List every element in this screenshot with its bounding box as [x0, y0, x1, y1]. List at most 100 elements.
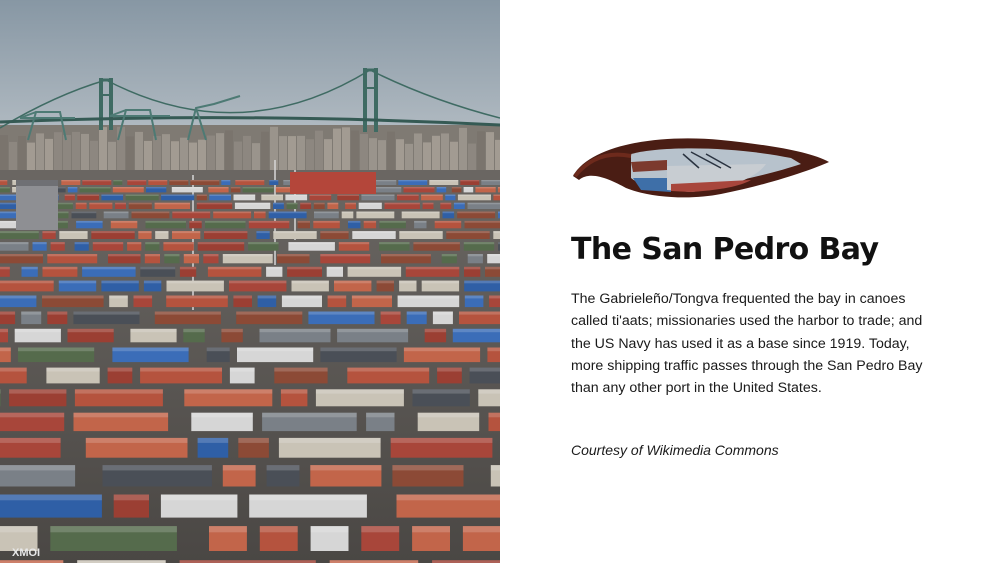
- distant-building: [81, 133, 89, 170]
- distant-building: [135, 131, 143, 170]
- container-top: [421, 194, 443, 196]
- container-top: [204, 231, 248, 234]
- distant-building: [9, 141, 17, 170]
- container-top: [363, 220, 377, 223]
- container-top: [287, 266, 322, 270]
- container-top: [89, 202, 113, 205]
- container-top: [113, 494, 149, 501]
- container-top: [0, 242, 29, 245]
- container-top: [235, 180, 265, 182]
- container-top: [390, 437, 493, 443]
- container-top: [229, 280, 287, 284]
- container-top: [361, 526, 400, 533]
- container-top: [103, 211, 129, 214]
- distant-building: [54, 132, 62, 170]
- container-top: [112, 187, 144, 189]
- container-top: [320, 347, 397, 352]
- container-top: [146, 187, 167, 189]
- container-top: [475, 187, 496, 189]
- container-top: [453, 202, 465, 205]
- container-top: [376, 280, 394, 284]
- canoe-icon: [573, 138, 829, 198]
- container-top: [313, 220, 340, 223]
- container-top: [85, 437, 188, 443]
- container-top: [254, 211, 266, 214]
- distant-building: [198, 139, 206, 170]
- distant-building: [153, 135, 161, 170]
- container-top: [131, 211, 170, 214]
- distant-building: [378, 140, 386, 170]
- container-label: XMOI: [12, 547, 40, 559]
- container-top: [233, 295, 252, 299]
- container-top: [109, 295, 128, 299]
- container-top: [0, 187, 10, 189]
- container-top: [0, 367, 27, 372]
- container-top: [0, 180, 8, 182]
- container-top: [481, 180, 500, 182]
- container-top: [154, 311, 221, 315]
- container-top: [341, 211, 354, 214]
- container-top: [61, 180, 81, 182]
- content-panel: The San Pedro Bay The Gabrieleño/Tongva …: [571, 0, 971, 563]
- container-top: [463, 187, 474, 189]
- container-top: [154, 202, 190, 205]
- container-top: [459, 311, 500, 315]
- container-top: [403, 187, 435, 189]
- image-credit: Courtesy of Wikimedia Commons: [571, 442, 779, 458]
- container-top: [169, 180, 189, 182]
- distant-building: [18, 136, 26, 170]
- distant-building: [297, 135, 305, 170]
- container-top: [197, 437, 229, 443]
- container-top: [366, 412, 395, 418]
- distant-building: [315, 130, 323, 170]
- container-top: [207, 266, 262, 270]
- container-top: [396, 494, 500, 501]
- container-top: [50, 526, 177, 533]
- container-top: [464, 266, 481, 270]
- container-top: [278, 437, 381, 443]
- container-top: [493, 194, 500, 196]
- container-top: [196, 194, 207, 196]
- container-top: [352, 231, 396, 234]
- container-top: [421, 280, 460, 284]
- container-top: [0, 254, 44, 257]
- container-top: [0, 280, 54, 284]
- container-top: [398, 180, 428, 182]
- red-warehouse: [290, 172, 376, 194]
- container-top: [145, 242, 160, 245]
- container-top: [406, 311, 427, 315]
- container-top: [266, 266, 283, 270]
- container-top: [59, 231, 88, 234]
- distant-building: [450, 141, 458, 170]
- container-top: [92, 242, 124, 245]
- container-top: [413, 242, 460, 245]
- container-top: [102, 465, 212, 471]
- container-top: [315, 389, 404, 394]
- container-top: [452, 328, 500, 333]
- distant-building: [180, 137, 188, 170]
- container-top: [58, 280, 97, 284]
- container-top: [140, 266, 176, 270]
- distant-building: [351, 130, 359, 170]
- container-top: [266, 465, 300, 471]
- container-top: [91, 231, 135, 234]
- container-top: [422, 202, 434, 205]
- container-top: [9, 389, 67, 394]
- container-top: [127, 242, 142, 245]
- container-top: [268, 211, 307, 214]
- container-top: [191, 412, 253, 418]
- container-top: [172, 231, 201, 234]
- container-top: [166, 280, 224, 284]
- distant-building: [144, 140, 152, 170]
- port-photo-image: XMOI: [0, 0, 500, 563]
- container-top: [0, 389, 1, 394]
- container-top: [229, 367, 255, 372]
- container-top: [233, 194, 256, 196]
- container-top: [397, 295, 460, 299]
- container-top: [166, 295, 228, 299]
- container-top: [0, 465, 76, 471]
- container-top: [457, 211, 496, 214]
- container-top: [320, 254, 371, 257]
- distant-building: [234, 141, 242, 170]
- container-top: [160, 494, 238, 501]
